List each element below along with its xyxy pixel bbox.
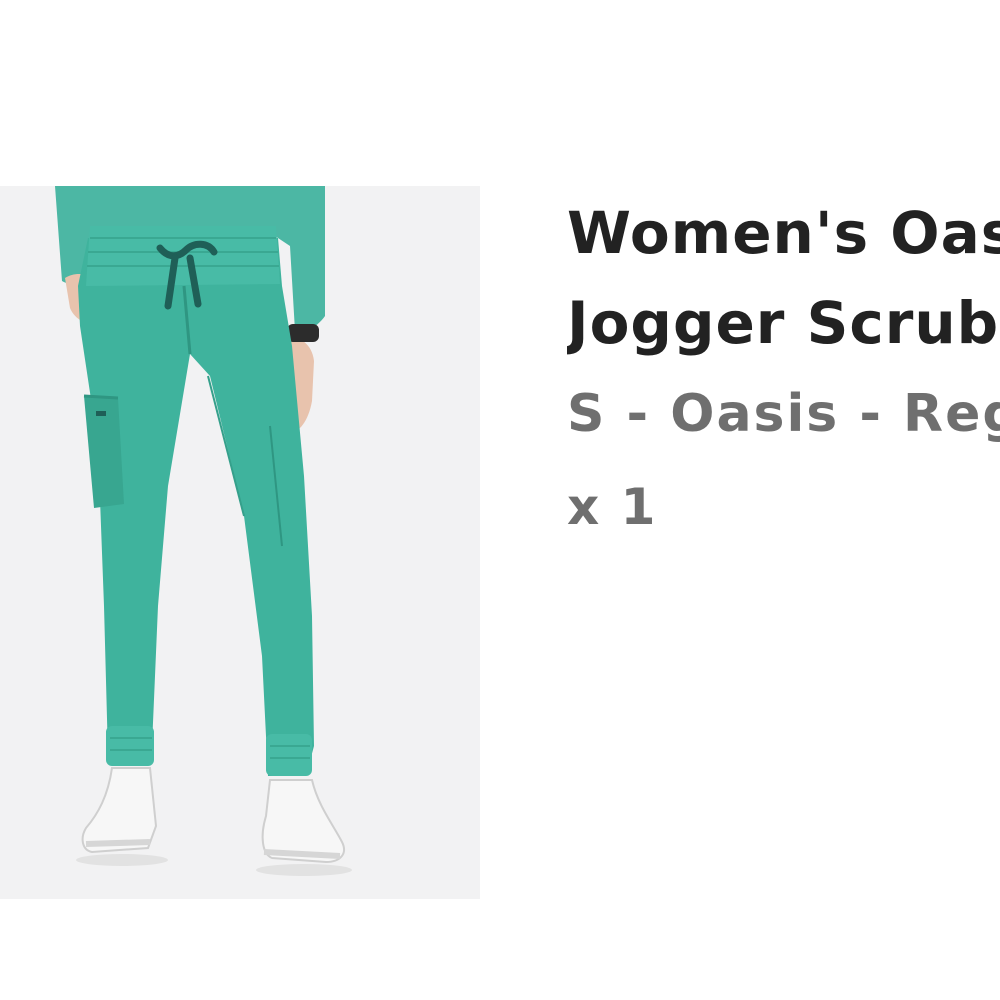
product-info: Women's Oasis Jogger Scrub Pants S - Oas… — [567, 188, 1000, 538]
product-photo-icon — [0, 186, 480, 899]
cart-item: Women's Oasis Jogger Scrub Pants S - Oas… — [0, 0, 1000, 1000]
product-title-line-2: Jogger Scrub Pants — [567, 289, 1000, 357]
product-title[interactable]: Women's Oasis Jogger Scrub Pants — [567, 188, 1000, 368]
product-variant: S - Oasis - Regular — [567, 384, 1000, 444]
product-image[interactable] — [0, 186, 480, 899]
product-title-line-1: Women's Oasis — [567, 199, 1000, 267]
product-quantity: x 1 — [567, 478, 658, 536]
